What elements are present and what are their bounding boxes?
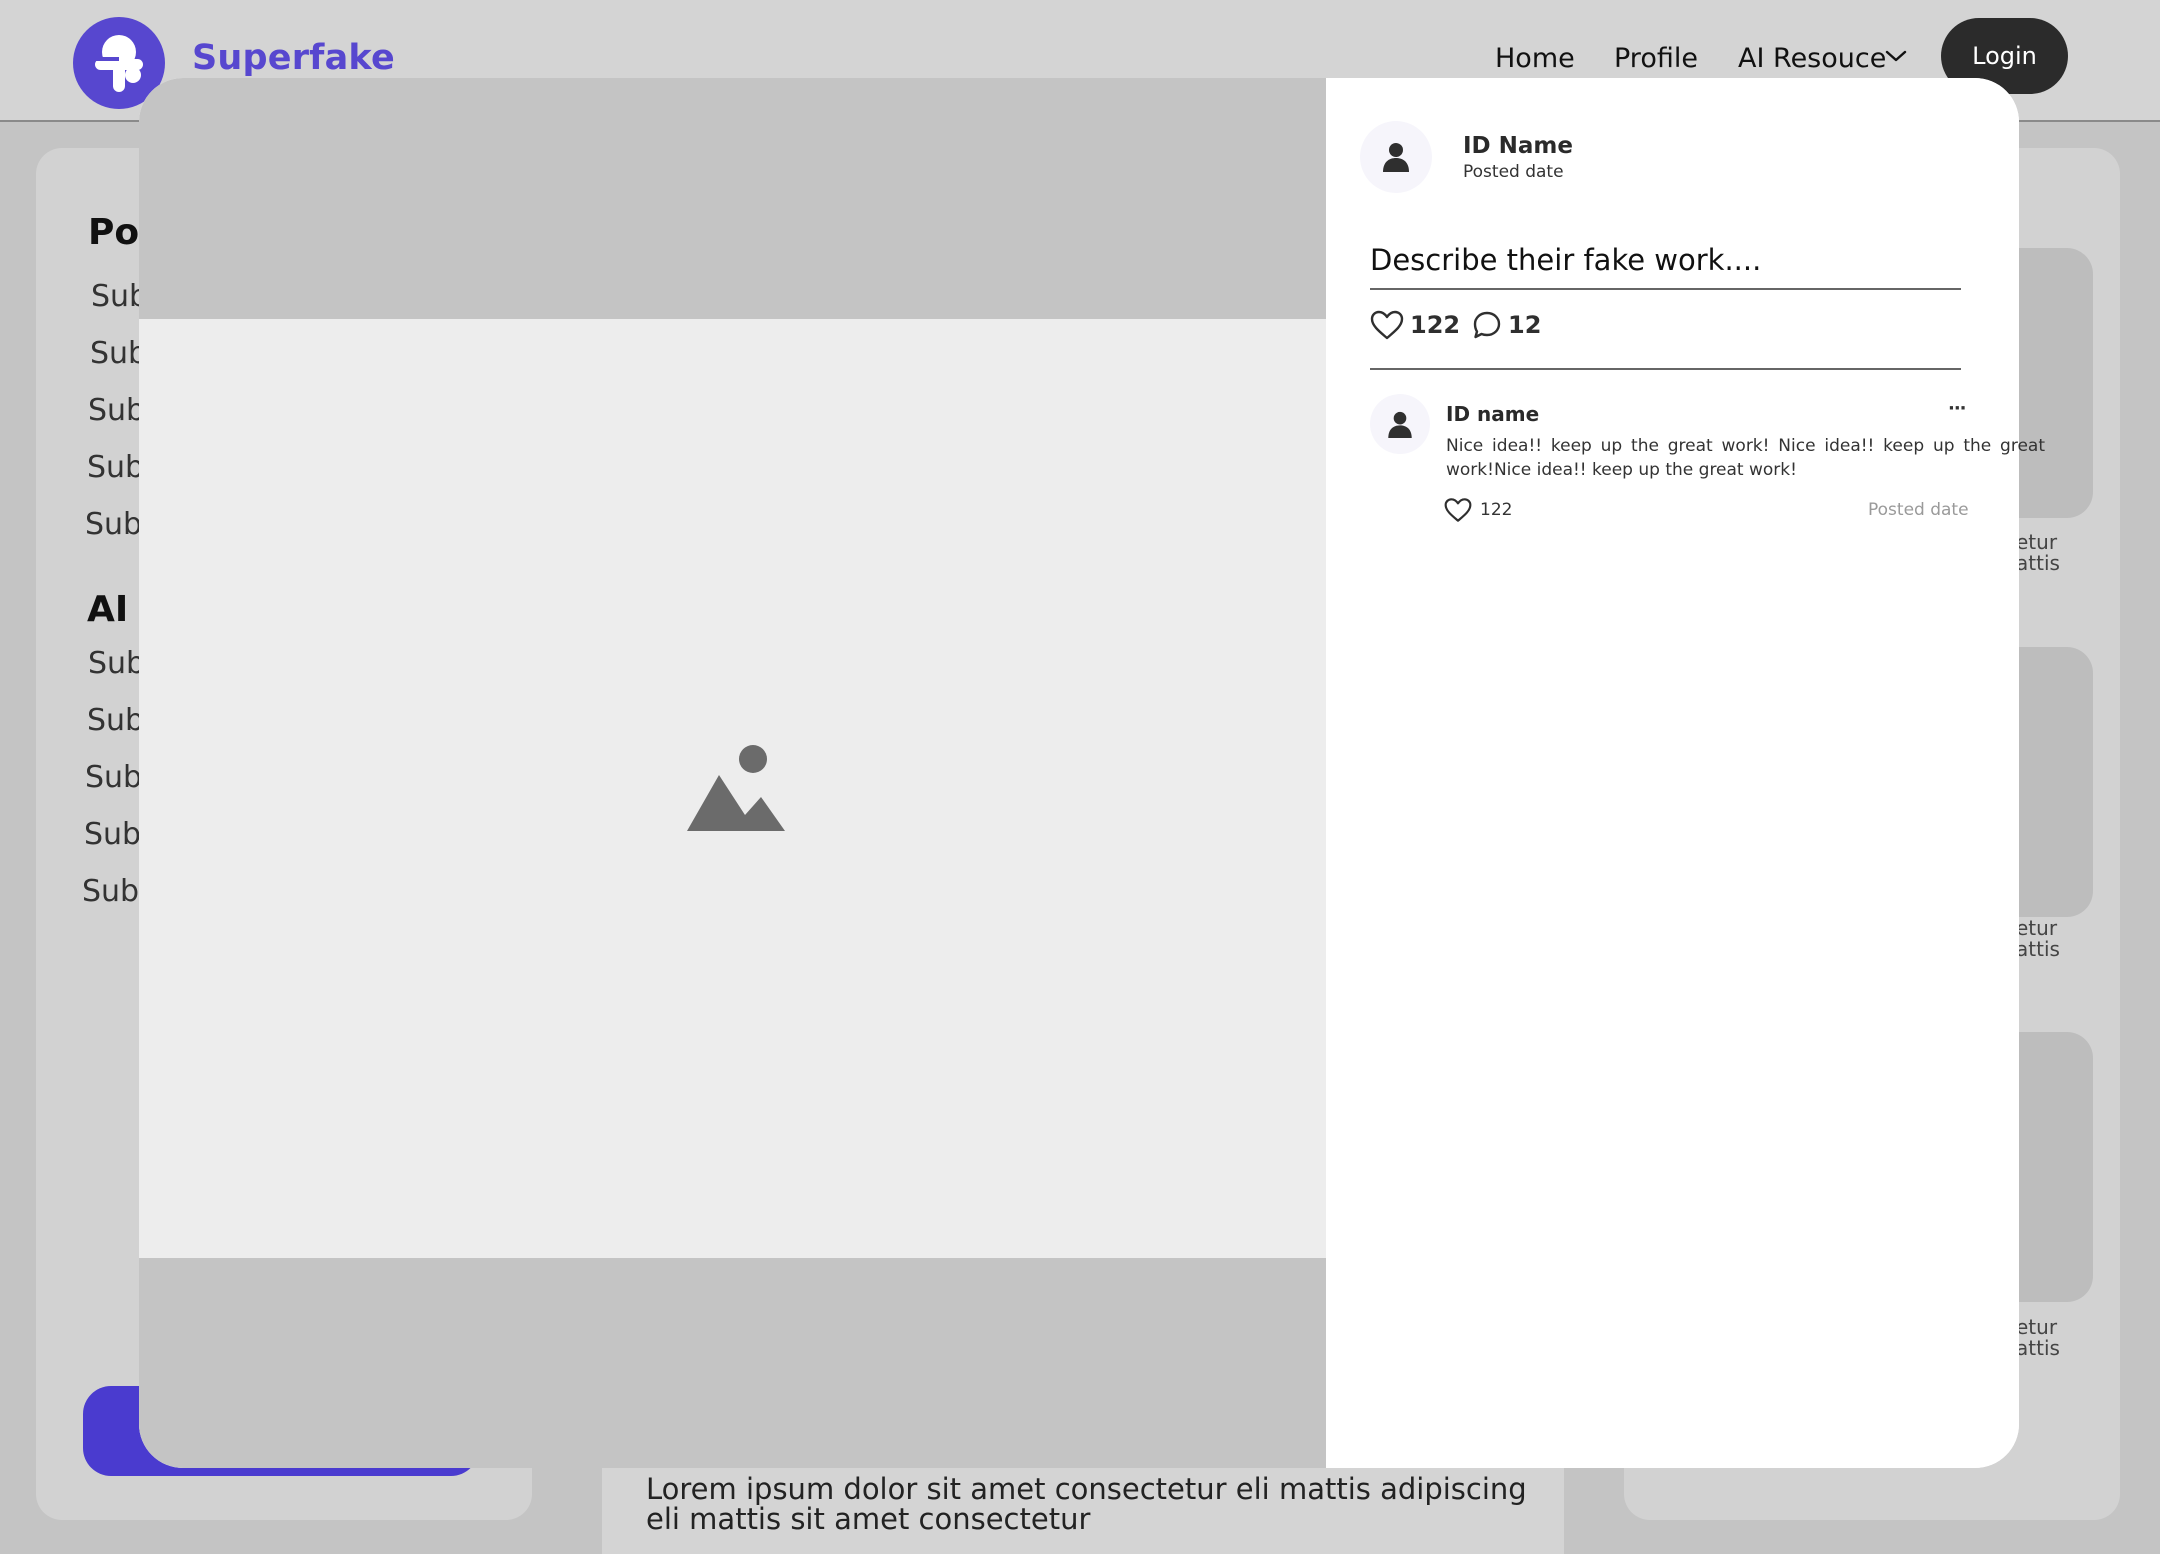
caption-line: etur	[2016, 1317, 2058, 1339]
post-author-name[interactable]: ID Name	[1463, 133, 1573, 159]
post-comment-button[interactable]: 12	[1472, 310, 1541, 340]
more-options-icon[interactable]: ···	[1948, 398, 1966, 419]
suggestion-card-caption: etur attis	[2016, 918, 2106, 960]
brand-name[interactable]: Superfake	[192, 38, 395, 78]
nav-home[interactable]: Home	[1495, 43, 1575, 74]
post-comment-count: 12	[1508, 311, 1542, 339]
caption-line: attis	[2016, 551, 2060, 574]
sidebar-item[interactable]: Sub	[88, 393, 145, 428]
sidebar-item[interactable]: Sub	[82, 874, 139, 909]
avatar[interactable]	[1360, 121, 1432, 193]
heart-icon	[1370, 310, 1404, 340]
user-icon	[1388, 411, 1412, 438]
sidebar-item[interactable]: Sub	[85, 760, 142, 795]
comment-text: Nice idea!! keep up the great work! Nice…	[1446, 436, 2045, 480]
divider	[1370, 368, 1961, 370]
post-date: Posted date	[1463, 162, 1564, 182]
comment-author-name[interactable]: ID name	[1446, 402, 1539, 426]
caption-line: etur	[2016, 532, 2058, 554]
sidebar-item[interactable]: Sub	[88, 646, 145, 681]
feed-card-text: Lorem ipsum dolor sit amet consectetur e…	[646, 1472, 1527, 1536]
post-like-button[interactable]: 122	[1370, 310, 1460, 340]
caption-line: attis	[2016, 1336, 2060, 1359]
media-area	[139, 78, 1326, 1468]
caption-line: etur	[2016, 918, 2058, 940]
comment-like-button[interactable]: 122	[1444, 497, 1512, 523]
suggestion-card-caption: etur attis	[2016, 1317, 2106, 1359]
comment-icon	[1473, 311, 1501, 339]
comment-date: Posted date	[1868, 500, 1969, 520]
nav-ai-resource[interactable]: AI Resouce	[1738, 43, 1886, 74]
heart-icon	[1444, 498, 1472, 522]
post-image[interactable]	[139, 319, 1326, 1258]
post-description: Describe their fake work....	[1370, 243, 1762, 277]
divider	[1370, 288, 1961, 290]
suggestion-card-caption: etur attis	[2016, 532, 2106, 574]
sidebar-item[interactable]: Sub	[84, 817, 141, 852]
sidebar-item[interactable]: Sub	[87, 703, 144, 738]
post-modal: ID Name Posted date Describe their fake …	[139, 78, 2019, 1468]
post-details-pane: ID Name Posted date Describe their fake …	[1326, 78, 2019, 1468]
chevron-down-icon[interactable]	[1884, 48, 1908, 64]
sidebar-item[interactable]: Sub	[85, 507, 142, 542]
caption-line: attis	[2016, 937, 2060, 960]
comment-like-count: 122	[1480, 500, 1513, 520]
image-placeholder-icon	[687, 745, 785, 831]
user-icon	[1383, 143, 1409, 172]
nav-profile[interactable]: Profile	[1614, 43, 1698, 74]
post-like-count: 122	[1410, 311, 1461, 339]
avatar[interactable]	[1370, 394, 1430, 454]
sidebar-item[interactable]: Sub	[87, 450, 144, 485]
